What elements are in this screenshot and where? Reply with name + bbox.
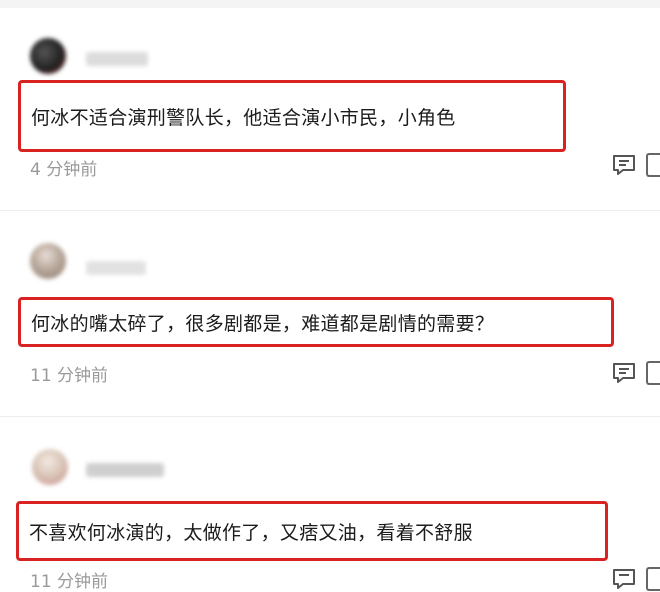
avatar[interactable] <box>32 449 68 485</box>
avatar[interactable] <box>30 243 66 279</box>
username-blurred[interactable] <box>86 52 148 66</box>
comment-time: 11 分钟前 <box>30 366 109 386</box>
comment-time: 4 分钟前 <box>30 160 98 180</box>
comment-highlight-box: 何冰不适合演刑警队长，他适合演小市民，小角色 <box>18 80 566 152</box>
comment-item-2: 何冰的嘴太碎了，很多剧都是，难道都是剧情的需要？ 11 分钟前 <box>0 211 660 416</box>
comment-reply-icon[interactable] <box>611 361 637 385</box>
comment-item-1: 何冰不适合演刑警队长，他适合演小市民，小角色 4 分钟前 <box>0 0 660 210</box>
avatar[interactable] <box>30 38 66 74</box>
username-blurred[interactable] <box>86 261 146 275</box>
more-icon[interactable] <box>646 153 660 177</box>
comment-text: 不喜欢何冰演的，太做作了，又痞又油，看着不舒服 <box>29 521 473 544</box>
comment-text: 何冰不适合演刑警队长，他适合演小市民，小角色 <box>31 106 456 129</box>
comment-highlight-box: 不喜欢何冰演的，太做作了，又痞又油，看着不舒服 <box>16 501 608 561</box>
comment-reply-icon[interactable] <box>611 153 637 177</box>
comment-item-3: 不喜欢何冰演的，太做作了，又痞又油，看着不舒服 11 分钟前 <box>0 417 660 592</box>
more-icon[interactable] <box>646 361 660 385</box>
comment-highlight-box: 何冰的嘴太碎了，很多剧都是，难道都是剧情的需要？ <box>18 297 614 347</box>
username-blurred[interactable] <box>86 463 164 477</box>
comment-reply-icon[interactable] <box>611 567 637 591</box>
comment-text: 何冰的嘴太碎了，很多剧都是，难道都是剧情的需要？ <box>31 312 495 335</box>
comment-time: 11 分钟前 <box>30 572 109 592</box>
more-icon[interactable] <box>646 567 660 591</box>
